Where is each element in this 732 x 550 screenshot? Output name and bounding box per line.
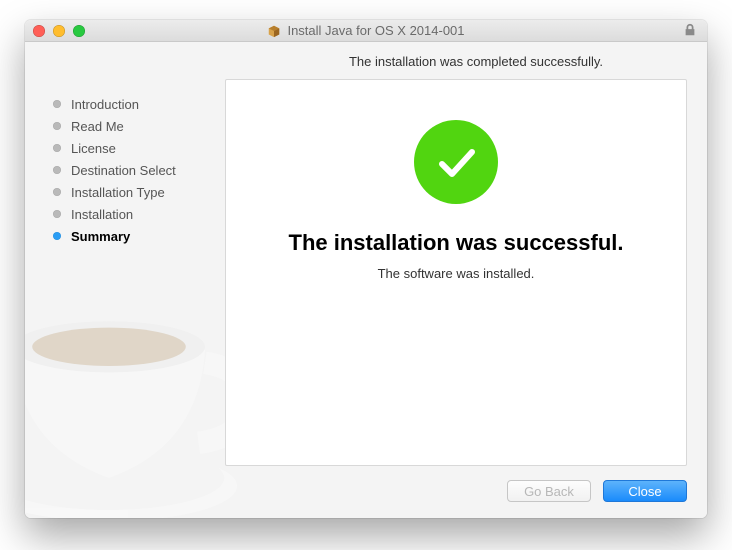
titlebar: Install Java for OS X 2014-001 xyxy=(25,20,707,42)
sidebar-item-label: License xyxy=(71,141,116,156)
title-wrap: Install Java for OS X 2014-001 xyxy=(25,20,707,41)
success-check-icon xyxy=(414,120,498,204)
sidebar-item-installation-type: Installation Type xyxy=(53,181,225,203)
sidebar-item-destination-select: Destination Select xyxy=(53,159,225,181)
step-dot-icon xyxy=(53,122,61,130)
sidebar-item-introduction: Introduction xyxy=(53,93,225,115)
sidebar-item-installation: Installation xyxy=(53,203,225,225)
go-back-button: Go Back xyxy=(507,480,591,502)
sidebar-item-license: License xyxy=(53,137,225,159)
content-row: Introduction Read Me License Destination… xyxy=(25,79,707,480)
body: The installation was completed successfu… xyxy=(25,42,707,518)
subtitle: The installation was completed successfu… xyxy=(25,42,707,79)
step-dot-icon xyxy=(53,100,61,108)
summary-panel: The installation was successful. The sof… xyxy=(225,79,687,466)
lock-icon xyxy=(683,23,697,37)
step-dot-icon xyxy=(53,166,61,174)
close-window-button[interactable] xyxy=(33,25,45,37)
sidebar: Introduction Read Me License Destination… xyxy=(25,79,225,466)
panel-title: The installation was successful. xyxy=(289,230,624,256)
installer-window: Install Java for OS X 2014-001 The insta… xyxy=(25,20,707,518)
sidebar-item-label: Installation Type xyxy=(71,185,165,200)
step-dot-icon xyxy=(53,188,61,196)
step-dot-icon xyxy=(53,232,61,240)
panel-subtext: The software was installed. xyxy=(378,266,535,281)
step-dot-icon xyxy=(53,210,61,218)
sidebar-item-label: Summary xyxy=(71,229,130,244)
sidebar-item-label: Read Me xyxy=(71,119,124,134)
window-controls xyxy=(33,25,85,37)
package-icon xyxy=(267,24,281,38)
close-button[interactable]: Close xyxy=(603,480,687,502)
step-dot-icon xyxy=(53,144,61,152)
sidebar-item-summary: Summary xyxy=(53,225,225,247)
zoom-window-button[interactable] xyxy=(73,25,85,37)
sidebar-item-label: Introduction xyxy=(71,97,139,112)
sidebar-item-read-me: Read Me xyxy=(53,115,225,137)
minimize-window-button[interactable] xyxy=(53,25,65,37)
sidebar-item-label: Destination Select xyxy=(71,163,176,178)
footer: Go Back Close xyxy=(25,480,707,518)
window-title: Install Java for OS X 2014-001 xyxy=(287,23,464,38)
sidebar-item-label: Installation xyxy=(71,207,133,222)
